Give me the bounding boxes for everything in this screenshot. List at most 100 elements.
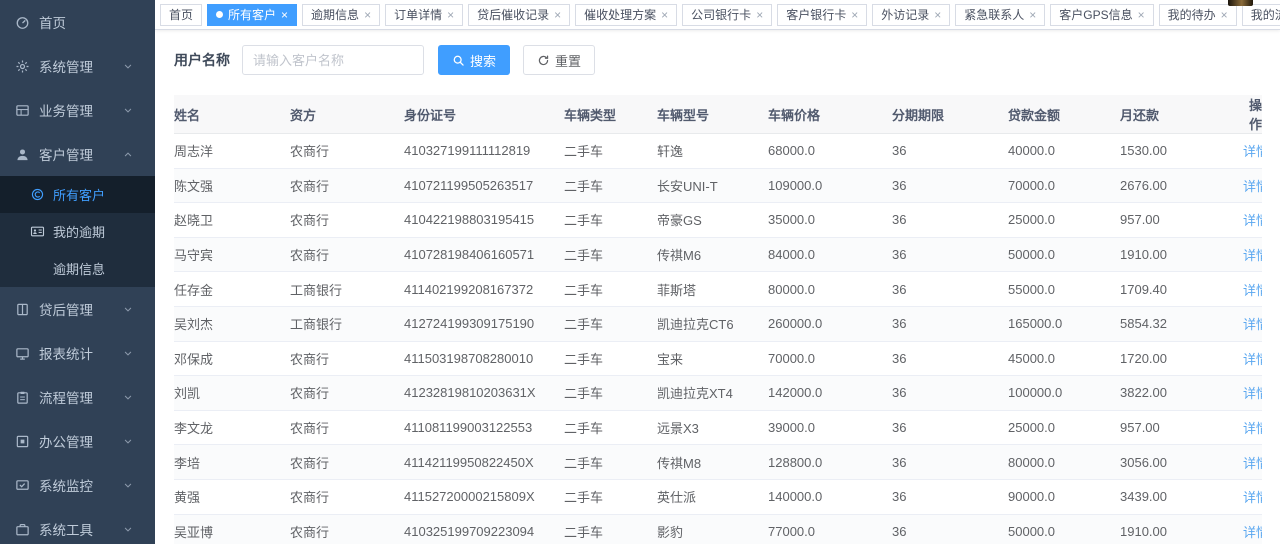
avatar-clipped[interactable]	[1228, 0, 1253, 6]
sidebar-item-customer-mgmt[interactable]: 客户管理	[0, 132, 155, 176]
detail-link[interactable]: 详情	[1243, 144, 1262, 159]
cell-loan_amount: 50000.0	[1008, 237, 1120, 272]
sidebar-item-all-customers[interactable]: 所有客户	[0, 176, 155, 213]
sidebar-item-system-tools[interactable]: 系统工具	[0, 507, 155, 544]
cell-vehicle_type: 二手车	[564, 168, 657, 203]
detail-link[interactable]: 详情	[1243, 352, 1262, 367]
close-icon[interactable]: ×	[1221, 9, 1228, 21]
tab-my-todo[interactable]: 我的待办×	[1159, 4, 1237, 26]
sidebar-item-overdue-info[interactable]: 逾期信息	[0, 250, 155, 287]
cell-vehicle_model: 帝豪GS	[657, 203, 768, 238]
tab-label: 公司银行卡	[691, 6, 751, 23]
cell-term: 36	[892, 341, 1008, 376]
cell-action: 详情	[1243, 237, 1262, 272]
cell-vehicle_price: 128800.0	[768, 445, 892, 480]
detail-link[interactable]: 详情	[1243, 213, 1262, 228]
column-header: 车辆型号	[657, 95, 768, 134]
tab-customer-bankcard[interactable]: 客户银行卡×	[777, 4, 867, 26]
tab-my-process[interactable]: 我的流程×	[1242, 4, 1280, 26]
sidebar-item-home[interactable]: 首页	[0, 0, 155, 44]
tab-company-bankcard[interactable]: 公司银行卡 ×	[682, 4, 772, 26]
cell-loan_amount: 25000.0	[1008, 203, 1120, 238]
sidebar-item-label: 系统监控	[39, 475, 122, 495]
customer-name-input[interactable]	[242, 45, 424, 75]
cell-funder: 农商行	[290, 341, 404, 376]
detail-link[interactable]: 详情	[1243, 317, 1262, 332]
tab-label: 催收处理方案	[584, 6, 656, 23]
detail-link[interactable]: 详情	[1243, 283, 1262, 298]
detail-link[interactable]: 详情	[1243, 386, 1262, 401]
sidebar-item-label: 系统管理	[39, 56, 122, 76]
tab-emergency-contacts[interactable]: 紧急联系人×	[955, 4, 1045, 26]
sidebar-item-business-mgmt[interactable]: 业务管理	[0, 88, 155, 132]
sidebar-item-system-mgmt[interactable]: 系统管理	[0, 44, 155, 88]
cell-vehicle_price: 77000.0	[768, 514, 892, 544]
tab-customer-gps[interactable]: 客户GPS信息×	[1050, 4, 1153, 26]
tab-visit-records[interactable]: 外访记录 ×	[872, 4, 950, 26]
reset-button[interactable]: 重置	[523, 45, 595, 75]
cell-funder: 农商行	[290, 168, 404, 203]
tab-all-customers[interactable]: 所有客户×	[207, 4, 297, 26]
sidebar-item-process-mgmt[interactable]: 流程管理	[0, 375, 155, 419]
close-icon[interactable]: ×	[554, 9, 561, 21]
chevron-down-icon	[122, 391, 134, 403]
close-icon[interactable]: ×	[281, 9, 288, 21]
cell-monthly_payment: 1530.00	[1120, 134, 1243, 169]
column-header: 车辆类型	[564, 95, 657, 134]
cell-funder: 农商行	[290, 134, 404, 169]
cell-vehicle_type: 二手车	[564, 514, 657, 544]
detail-link[interactable]: 详情	[1243, 525, 1262, 540]
cell-id_no: 410325199709223094	[404, 514, 564, 544]
table-row: 任存金工商银行411402199208167372二手车菲斯塔80000.036…	[174, 272, 1262, 307]
refresh-icon	[537, 54, 550, 67]
cell-vehicle_type: 二手车	[564, 445, 657, 480]
cell-vehicle_model: 凯迪拉克XT4	[657, 376, 768, 411]
chart-icon	[14, 345, 30, 361]
tab-order-detail[interactable]: 订单详情×	[385, 4, 463, 26]
tab-collection-plan[interactable]: 催收处理方案 ×	[575, 4, 677, 26]
cell-vehicle_type: 二手车	[564, 237, 657, 272]
sidebar-item-report-stats[interactable]: 报表统计	[0, 331, 155, 375]
cell-id_no: 411402199208167372	[404, 272, 564, 307]
close-icon[interactable]: ×	[851, 9, 858, 21]
tab-home[interactable]: 首页	[160, 4, 202, 26]
tab-bar: 首页所有客户×逾期信息×订单详情×贷后催收记录×催收处理方案×公司银行卡×客户银…	[155, 0, 1280, 30]
detail-link[interactable]: 详情	[1243, 179, 1262, 194]
chevron-down-icon	[122, 303, 134, 315]
detail-link[interactable]: 详情	[1243, 456, 1262, 471]
cell-action: 详情	[1243, 134, 1262, 169]
cell-name: 黄强	[174, 479, 290, 514]
column-header: 姓名	[174, 95, 290, 134]
detail-link[interactable]: 详情	[1243, 248, 1262, 263]
cell-vehicle_type: 二手车	[564, 410, 657, 445]
tab-postloan-collection-records[interactable]: 贷后催收记录×	[468, 4, 570, 26]
detail-link[interactable]: 详情	[1243, 421, 1262, 436]
customer-table: 姓名资方身份证号车辆类型车辆型号车辆价格分期期限贷款金额月还款操作 周志洋农商行…	[174, 95, 1262, 544]
tab-label: 外访记录	[881, 6, 929, 23]
sidebar-item-system-monitor[interactable]: 系统监控	[0, 463, 155, 507]
close-icon[interactable]: ×	[1138, 9, 1145, 21]
cell-action: 详情	[1243, 514, 1262, 544]
close-icon[interactable]: ×	[447, 9, 454, 21]
cell-vehicle_type: 二手车	[564, 272, 657, 307]
sidebar-item-my-overdue[interactable]: 我的逾期	[0, 213, 155, 250]
close-icon[interactable]: ×	[364, 9, 371, 21]
table-row: 邓保成农商行411503198708280010二手车宝来70000.03645…	[174, 341, 1262, 376]
detail-link[interactable]: 详情	[1243, 490, 1262, 505]
search-button[interactable]: 搜索	[438, 45, 510, 75]
close-icon[interactable]: ×	[934, 9, 941, 21]
cell-name: 李文龙	[174, 410, 290, 445]
sidebar-item-office-mgmt[interactable]: 办公管理	[0, 419, 155, 463]
close-icon[interactable]: ×	[661, 9, 668, 21]
cell-loan_amount: 40000.0	[1008, 134, 1120, 169]
close-icon[interactable]: ×	[756, 9, 763, 21]
book-icon	[14, 301, 30, 317]
cell-name: 赵晓卫	[174, 203, 290, 238]
search-button-label: 搜索	[470, 51, 496, 70]
table-row: 黄强农商行41152720000215809X二手车英仕派140000.0369…	[174, 479, 1262, 514]
close-icon[interactable]: ×	[1029, 9, 1036, 21]
cell-monthly_payment: 2676.00	[1120, 168, 1243, 203]
sidebar-item-postloan-mgmt[interactable]: 贷后管理	[0, 287, 155, 331]
chevron-down-icon	[122, 435, 134, 447]
tab-overdue-info[interactable]: 逾期信息×	[302, 4, 380, 26]
